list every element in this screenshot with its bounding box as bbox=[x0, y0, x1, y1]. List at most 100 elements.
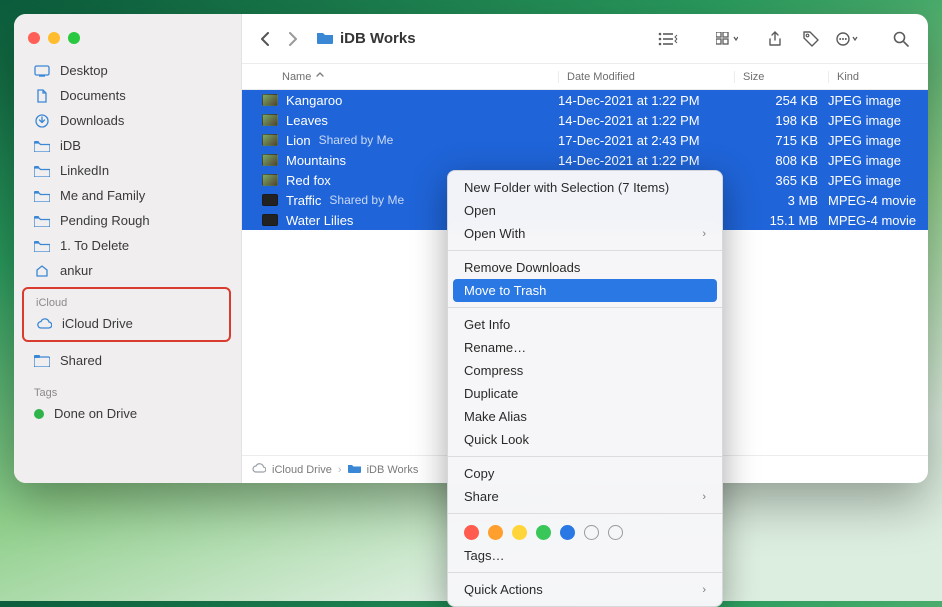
file-size: 198 KB bbox=[734, 113, 828, 128]
file-date: 14-Dec-2021 at 1:22 PM bbox=[558, 93, 734, 108]
chevron-right-icon: › bbox=[702, 228, 706, 240]
file-row[interactable]: LionShared by Me 17-Dec-2021 at 2:43 PM … bbox=[242, 130, 928, 150]
file-kind: JPEG image bbox=[828, 113, 928, 128]
ctx-move-to-trash[interactable]: Move to Trash bbox=[453, 279, 717, 302]
separator bbox=[448, 456, 722, 457]
column-size[interactable]: Size bbox=[734, 71, 828, 83]
ctx-tag-swatch[interactable] bbox=[512, 525, 527, 540]
ctx-open[interactable]: Open bbox=[448, 199, 722, 222]
ctx-share[interactable]: Share › bbox=[448, 485, 722, 508]
ctx-tag-colors bbox=[448, 519, 722, 544]
sidebar-item-desktop[interactable]: Desktop bbox=[14, 58, 241, 83]
file-name: Mountains bbox=[286, 153, 558, 168]
sidebar-item-ankur[interactable]: ankur bbox=[14, 258, 241, 283]
file-name: Kangaroo bbox=[286, 93, 558, 108]
ctx-get-info[interactable]: Get Info bbox=[448, 313, 722, 336]
sidebar-item-downloads[interactable]: Downloads bbox=[14, 108, 241, 133]
file-thumbnail-icon bbox=[262, 174, 278, 186]
file-date: 14-Dec-2021 at 1:22 PM bbox=[558, 113, 734, 128]
ctx-make-alias[interactable]: Make Alias bbox=[448, 405, 722, 428]
ctx-quick-actions[interactable]: Quick Actions › bbox=[448, 578, 722, 601]
file-thumbnail-icon bbox=[262, 134, 278, 146]
chevron-right-icon: › bbox=[702, 584, 706, 596]
sidebar-tag-done-on-drive[interactable]: Done on Drive bbox=[14, 401, 241, 426]
zoom-button[interactable] bbox=[68, 32, 80, 44]
sidebar-item-pending-rough[interactable]: Pending Rough bbox=[14, 208, 241, 233]
context-menu: New Folder with Selection (7 Items) Open… bbox=[447, 170, 723, 607]
minimize-button[interactable] bbox=[48, 32, 60, 44]
separator bbox=[448, 307, 722, 308]
shared-badge: Shared by Me bbox=[319, 133, 394, 147]
ctx-compress[interactable]: Compress bbox=[448, 359, 722, 382]
ctx-duplicate[interactable]: Duplicate bbox=[448, 382, 722, 405]
file-row[interactable]: Mountains 14-Dec-2021 at 1:22 PM 808 KB … bbox=[242, 150, 928, 170]
sidebar-item-label: Downloads bbox=[60, 113, 124, 128]
column-name[interactable]: Name bbox=[282, 70, 558, 83]
sidebar-item-label: Desktop bbox=[60, 63, 108, 78]
file-date: 17-Dec-2021 at 2:43 PM bbox=[558, 133, 734, 148]
actions-button[interactable] bbox=[832, 31, 862, 47]
file-size: 254 KB bbox=[734, 93, 828, 108]
file-size: 3 MB bbox=[734, 193, 828, 208]
search-button[interactable] bbox=[886, 31, 916, 47]
ctx-tag-swatch[interactable] bbox=[464, 525, 479, 540]
ctx-tags[interactable]: Tags… bbox=[448, 544, 722, 567]
ctx-tag-swatch[interactable] bbox=[488, 525, 503, 540]
back-button[interactable] bbox=[254, 28, 276, 50]
sidebar-item-1-to-delete[interactable]: 1. To Delete bbox=[14, 233, 241, 258]
ctx-quick-look[interactable]: Quick Look bbox=[448, 428, 722, 451]
sidebar: Desktop Documents Downloads iDBLinkedInMe a… bbox=[14, 14, 242, 483]
download-icon bbox=[34, 114, 50, 128]
sidebar-item-me-and-family[interactable]: Me and Family bbox=[14, 183, 241, 208]
folder-icon bbox=[34, 164, 50, 178]
sidebar-item-icloud-drive[interactable]: iCloud Drive bbox=[24, 311, 229, 336]
column-headers: Name Date Modified Size Kind bbox=[242, 64, 928, 90]
file-thumbnail-icon bbox=[262, 194, 278, 206]
sidebar-item-label: ankur bbox=[60, 263, 93, 278]
sort-ascending-icon bbox=[315, 70, 325, 83]
ctx-remove-downloads[interactable]: Remove Downloads bbox=[448, 256, 722, 279]
file-kind: JPEG image bbox=[828, 93, 928, 108]
ctx-copy[interactable]: Copy bbox=[448, 462, 722, 485]
column-date-modified[interactable]: Date Modified bbox=[558, 71, 734, 83]
view-list-button[interactable] bbox=[654, 32, 684, 46]
sidebar-section-tags: Tags bbox=[14, 381, 241, 401]
column-kind[interactable]: Kind bbox=[828, 71, 928, 83]
sidebar-item-shared[interactable]: Shared bbox=[14, 348, 241, 373]
file-row[interactable]: Leaves 14-Dec-2021 at 1:22 PM 198 KB JPE… bbox=[242, 110, 928, 130]
ctx-rename[interactable]: Rename… bbox=[448, 336, 722, 359]
ctx-open-with[interactable]: Open With › bbox=[448, 222, 722, 245]
sidebar-item-idb[interactable]: iDB bbox=[14, 133, 241, 158]
group-button[interactable] bbox=[712, 32, 742, 46]
forward-button[interactable] bbox=[282, 28, 304, 50]
file-size: 808 KB bbox=[734, 153, 828, 168]
file-row[interactable]: Kangaroo 14-Dec-2021 at 1:22 PM 254 KB J… bbox=[242, 90, 928, 110]
tags-button[interactable] bbox=[796, 31, 826, 47]
ctx-tag-swatch[interactable] bbox=[560, 525, 575, 540]
ctx-tag-swatch[interactable] bbox=[584, 525, 599, 540]
file-size: 15.1 MB bbox=[734, 213, 828, 228]
cloud-icon bbox=[252, 463, 266, 476]
sidebar-item-linkedin[interactable]: LinkedIn bbox=[14, 158, 241, 183]
sidebar-section-icloud: iCloud bbox=[24, 291, 229, 311]
file-size: 715 KB bbox=[734, 133, 828, 148]
sidebar-item-label: 1. To Delete bbox=[60, 238, 129, 253]
file-size: 365 KB bbox=[734, 173, 828, 188]
share-button[interactable] bbox=[760, 31, 790, 47]
home-icon bbox=[34, 264, 50, 278]
ctx-new-folder-selection[interactable]: New Folder with Selection (7 Items) bbox=[448, 176, 722, 199]
path-root[interactable]: iCloud Drive bbox=[272, 464, 332, 476]
file-name: LionShared by Me bbox=[286, 133, 558, 148]
sidebar-item-label: Documents bbox=[60, 88, 126, 103]
file-kind: MPEG-4 movie bbox=[828, 193, 928, 208]
ctx-tag-swatch[interactable] bbox=[608, 525, 623, 540]
chevron-right-icon: › bbox=[702, 491, 706, 503]
path-folder[interactable]: iDB Works bbox=[367, 464, 419, 476]
sidebar-item-label: Done on Drive bbox=[54, 406, 137, 421]
document-icon bbox=[34, 89, 50, 103]
ctx-tag-swatch[interactable] bbox=[536, 525, 551, 540]
close-button[interactable] bbox=[28, 32, 40, 44]
chevron-right-icon: › bbox=[338, 464, 342, 476]
sidebar-item-documents[interactable]: Documents bbox=[14, 83, 241, 108]
file-kind: JPEG image bbox=[828, 153, 928, 168]
